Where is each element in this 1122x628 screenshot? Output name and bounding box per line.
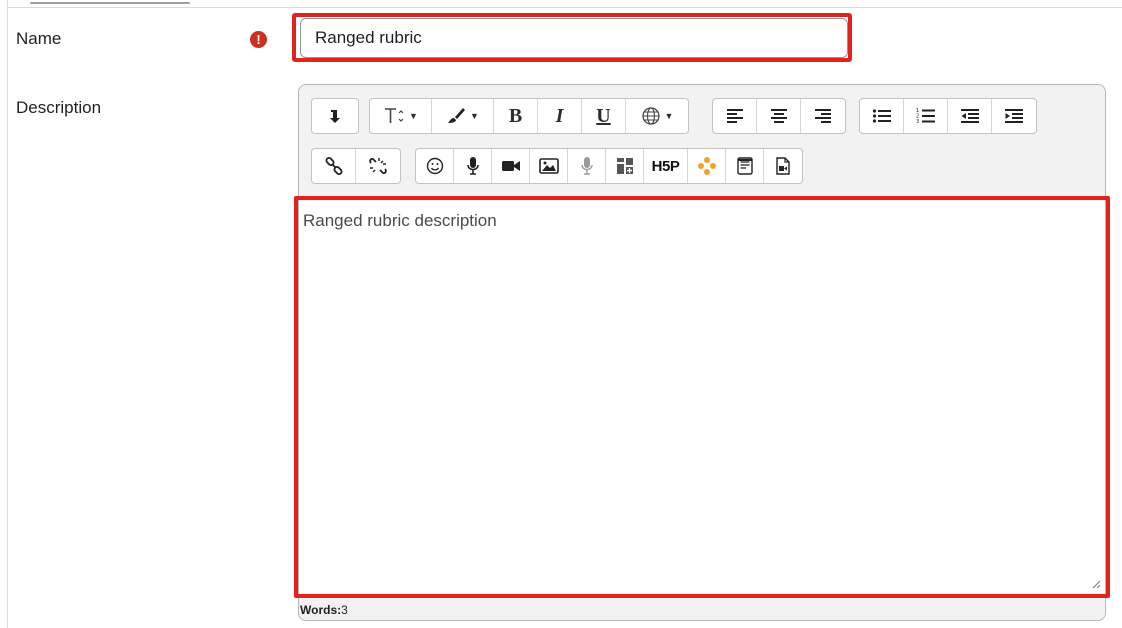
dots-plugin-button[interactable]: [688, 149, 726, 183]
template-icon: [736, 157, 753, 175]
exclamation-circle-icon: !: [250, 31, 267, 48]
emoji-button[interactable]: [416, 149, 454, 183]
bold-icon: B: [508, 104, 523, 127]
insert-image-button[interactable]: [530, 149, 568, 183]
unlink-button[interactable]: [356, 149, 400, 183]
outdent-button[interactable]: [948, 99, 992, 133]
description-content-editable[interactable]: Ranged rubric description: [299, 201, 1105, 593]
form-top-border: [7, 7, 1122, 8]
italic-button[interactable]: I: [538, 99, 582, 133]
media-file-button[interactable]: [764, 149, 802, 183]
indent-button[interactable]: [992, 99, 1036, 133]
name-label: Name: [16, 29, 62, 48]
underline-button[interactable]: U: [582, 99, 626, 133]
emoji-icon: [426, 157, 443, 175]
dots-plugin-icon: [697, 157, 716, 175]
align-right-icon: [815, 109, 831, 123]
description-text: Ranged rubric description: [303, 211, 497, 230]
toolbar-toggle-icon: [330, 110, 340, 123]
media-file-icon: [776, 157, 790, 175]
align-center-icon: [770, 109, 787, 123]
unordered-list-icon: [872, 109, 891, 123]
h5p-icon: H5P: [651, 157, 680, 175]
cropped-previous-row: [30, 0, 280, 6]
template-button[interactable]: [726, 149, 764, 183]
font-size-button[interactable]: ▼: [370, 99, 432, 133]
ordered-list-button[interactable]: 1 2 3: [904, 99, 948, 133]
underline-icon: U: [596, 104, 611, 127]
toolbar-group-lists: 1 2 3: [859, 98, 1037, 134]
record-audio-icon: [466, 157, 479, 175]
bold-button[interactable]: B: [494, 99, 538, 133]
align-center-button[interactable]: [757, 99, 801, 133]
toolbar-group-align: [712, 98, 846, 134]
paint-brush-button[interactable]: ▼: [432, 99, 494, 133]
align-right-button[interactable]: [801, 99, 845, 133]
align-left-button[interactable]: [713, 99, 757, 133]
svg-text:3: 3: [916, 119, 919, 125]
record-video-button[interactable]: [492, 149, 530, 183]
record-audio-button[interactable]: [454, 149, 492, 183]
toolbar-toggle-button[interactable]: [312, 99, 358, 133]
name-input[interactable]: [300, 18, 848, 58]
manage-files-icon: [616, 158, 633, 174]
indent-icon: [1005, 109, 1023, 123]
language-globe-icon: [641, 107, 660, 125]
paint-brush-icon: [448, 108, 466, 123]
toolbar-group-toggle: [311, 98, 359, 134]
resize-grip-icon[interactable]: [1091, 579, 1101, 589]
toolbar-group-media: H5P: [415, 148, 803, 184]
microphone-disabled-icon: [580, 157, 593, 175]
language-button[interactable]: ▼: [626, 99, 688, 133]
insert-image-icon: [538, 158, 559, 174]
unlink-icon: [369, 157, 387, 175]
align-left-icon: [726, 109, 743, 123]
record-video-icon: [501, 161, 520, 171]
microphone-disabled-button[interactable]: [568, 149, 606, 183]
word-count-bar: Words:3: [299, 600, 1106, 620]
link-button[interactable]: [312, 149, 356, 183]
manage-files-button[interactable]: [606, 149, 644, 183]
description-label: Description: [16, 98, 102, 117]
h5p-button[interactable]: H5P: [644, 149, 688, 183]
link-icon: [325, 157, 342, 175]
toolbar-group-links: [311, 148, 401, 184]
font-size-icon: [385, 108, 404, 123]
form-left-border: [7, 0, 8, 628]
word-count-label: Words:: [300, 603, 342, 617]
outdent-icon: [960, 109, 979, 123]
ordered-list-icon: 1 2 3: [916, 108, 935, 125]
word-count-value: 3: [341, 603, 348, 617]
unordered-list-button[interactable]: [860, 99, 904, 133]
toolbar-group-style: ▼ ▼ B I U ▼: [369, 98, 689, 134]
italic-icon: I: [555, 104, 564, 127]
